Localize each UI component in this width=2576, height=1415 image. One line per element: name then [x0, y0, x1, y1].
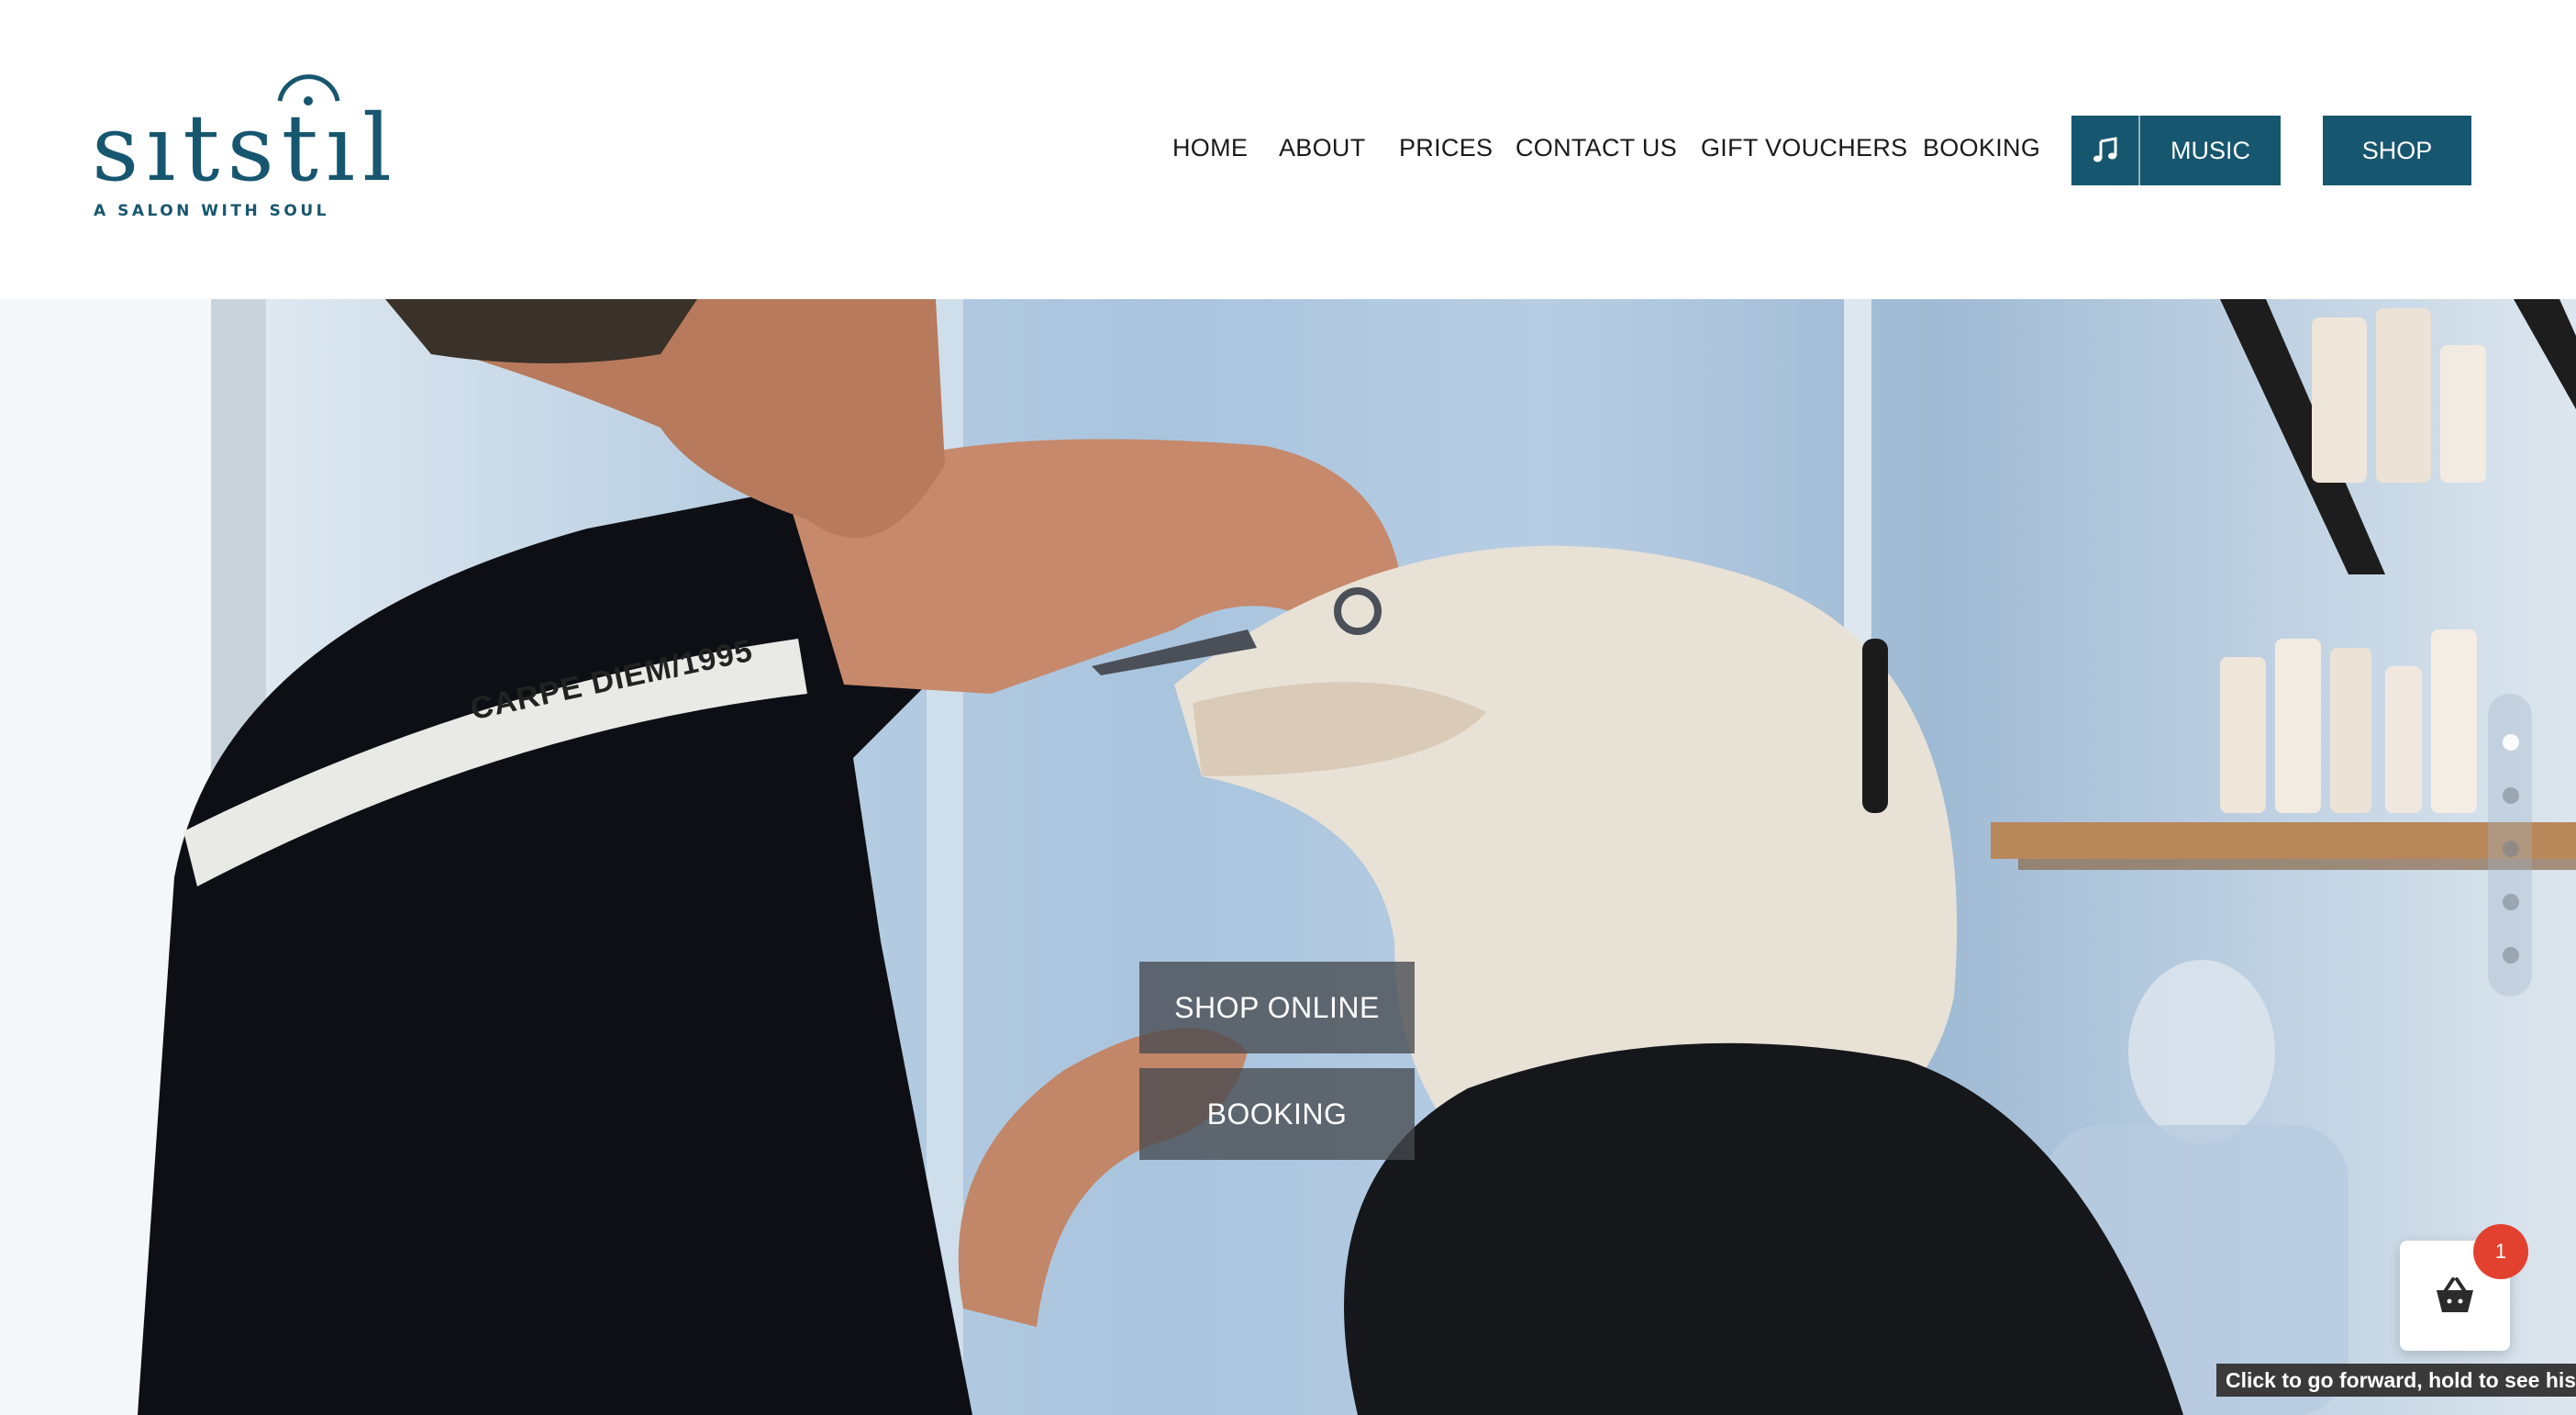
site-logo[interactable]: sıtstıl A SALON WITH SOUL [92, 66, 392, 231]
hero-booking-button[interactable]: BOOKING [1139, 1068, 1415, 1160]
slider-pagination [2488, 694, 2532, 997]
music-note-icon [2071, 116, 2140, 185]
slider-dot-4[interactable] [2503, 894, 2519, 910]
nav-gift-vouchers[interactable]: GIFT VOUCHERS [1701, 134, 1907, 162]
shop-online-button[interactable]: SHOP ONLINE [1139, 962, 1415, 1053]
slider-dot-1[interactable] [2503, 734, 2519, 751]
site-header: sıtstıl A SALON WITH SOUL HOME ABOUT PRI… [0, 0, 2576, 299]
slider-dot-5[interactable] [2503, 947, 2519, 964]
nav-contact-us[interactable]: CONTACT US [1516, 134, 1677, 162]
shop-button[interactable]: SHOP [2323, 116, 2471, 185]
basket-icon [2437, 1277, 2473, 1312]
nav-home[interactable]: HOME [1172, 134, 1248, 162]
slider-dot-3[interactable] [2503, 841, 2519, 857]
logo-tagline: A SALON WITH SOUL [94, 202, 329, 220]
hero-image [0, 299, 2576, 1415]
music-button[interactable]: MUSIC [2071, 116, 2281, 185]
cart-count-badge: 1 [2473, 1224, 2528, 1279]
browser-tooltip: Click to go forward, hold to see histo [2216, 1364, 2576, 1397]
hero-video[interactable]: CARPE DIEM/1995 SHOP ONLINE BOOKING [0, 299, 2576, 1415]
nav-about[interactable]: ABOUT [1279, 134, 1366, 162]
nav-booking[interactable]: BOOKING [1923, 134, 2040, 162]
slider-dot-2[interactable] [2503, 787, 2519, 804]
logo-wordmark: sıtstıl [92, 95, 399, 202]
music-button-label: MUSIC [2171, 136, 2250, 164]
nav-prices[interactable]: PRICES [1399, 134, 1493, 162]
